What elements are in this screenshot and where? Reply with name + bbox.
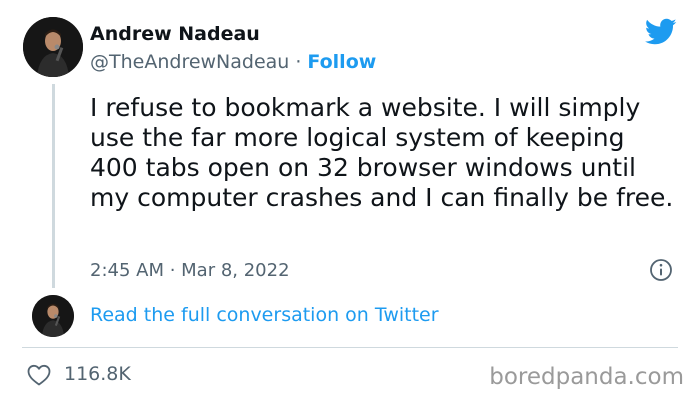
heart-icon[interactable] bbox=[27, 364, 51, 386]
like-count: 116.8K bbox=[64, 363, 131, 385]
tweet-text: I refuse to bookmark a website. I will s… bbox=[90, 93, 674, 212]
avatar-photo-icon bbox=[32, 295, 74, 337]
avatar-photo-icon bbox=[23, 17, 83, 77]
tweet-timestamp[interactable]: 2:45 AM · Mar 8, 2022 bbox=[90, 259, 290, 283]
twitter-bird-icon[interactable] bbox=[645, 18, 677, 46]
thread-line bbox=[52, 84, 55, 288]
read-conversation-link[interactable]: Read the full conversation on Twitter bbox=[90, 303, 439, 327]
author-avatar[interactable] bbox=[23, 17, 83, 77]
separator-dot: · bbox=[295, 51, 302, 73]
info-icon[interactable] bbox=[649, 258, 673, 282]
author-handle-row: @TheAndrewNadeau · Follow bbox=[90, 50, 376, 74]
divider bbox=[22, 347, 678, 348]
follow-button[interactable]: Follow bbox=[307, 51, 376, 73]
reply-avatar[interactable] bbox=[32, 295, 74, 337]
watermark: boredpanda.com bbox=[489, 364, 684, 390]
tweet-card: Andrew Nadeau @TheAndrewNadeau · Follow I … bbox=[0, 0, 700, 400]
author-name[interactable]: Andrew Nadeau bbox=[90, 22, 260, 46]
author-handle[interactable]: @TheAndrewNadeau bbox=[90, 51, 289, 73]
